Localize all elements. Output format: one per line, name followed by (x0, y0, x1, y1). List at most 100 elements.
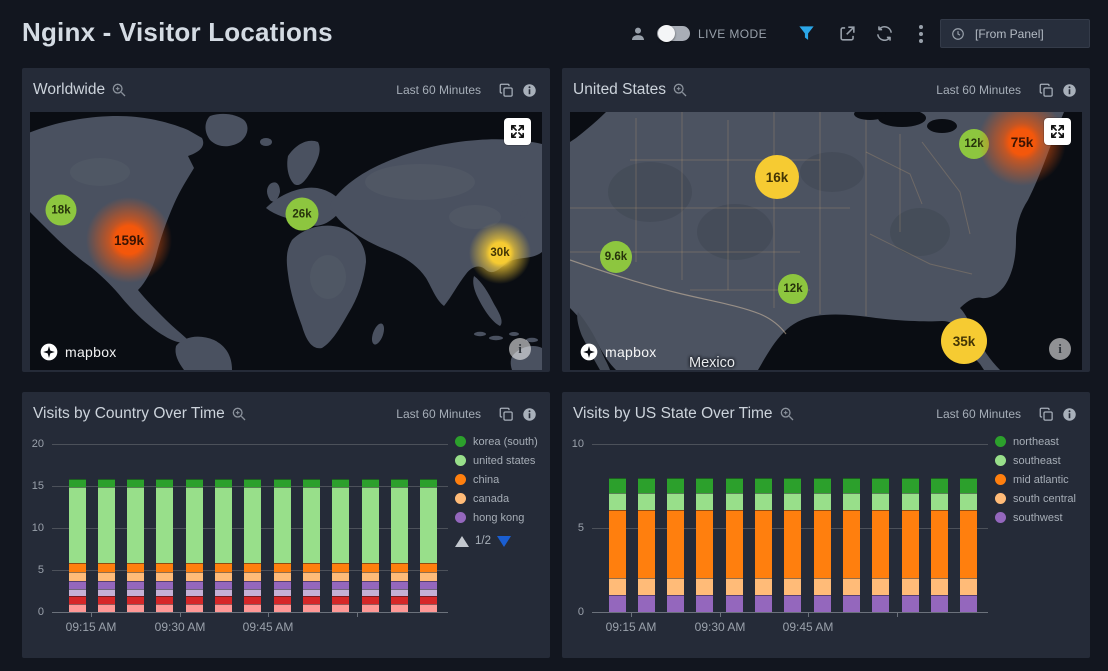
zoom-in-icon[interactable] (672, 82, 688, 98)
bar-segment (362, 487, 379, 563)
bar-segment (186, 581, 203, 589)
stacked-bar[interactable] (960, 478, 977, 612)
legend-swatch (995, 436, 1006, 447)
stacked-bar[interactable] (638, 478, 655, 612)
filter-icon[interactable] (797, 24, 816, 43)
map-marker[interactable]: 18k (46, 195, 77, 226)
user-icon[interactable] (629, 25, 647, 43)
map-marker[interactable]: 35k (941, 318, 987, 364)
bar-segment (215, 563, 232, 573)
map-marker[interactable]: 16k (755, 155, 799, 199)
map-marker[interactable]: 30k (469, 222, 531, 284)
stacked-bar[interactable] (274, 479, 291, 612)
legend-pager: 1/2 (455, 531, 538, 551)
mapbox-logo[interactable]: mapbox (579, 342, 657, 362)
expand-icon[interactable] (1044, 118, 1071, 145)
bar-segment (127, 604, 144, 612)
legend-item[interactable]: south central (995, 489, 1076, 508)
stacked-bar[interactable] (902, 478, 919, 612)
info-icon[interactable] (1062, 83, 1077, 98)
legend-item[interactable]: united states (455, 451, 538, 470)
bar-segment (667, 595, 684, 612)
bar-segment (244, 572, 261, 580)
bar-segment (215, 596, 232, 604)
legend-page-up-icon[interactable] (455, 536, 469, 547)
bar-segment (244, 596, 261, 604)
legend-item[interactable]: southeast (995, 451, 1076, 470)
time-range-picker[interactable]: [From Panel] (940, 19, 1090, 48)
x-axis-tick (897, 612, 898, 617)
stacked-bar[interactable] (420, 479, 437, 612)
legend-item[interactable]: korea (south) (455, 432, 538, 451)
bar-segment (127, 589, 144, 596)
x-axis-tick (808, 612, 809, 617)
map-marker[interactable]: 159k (86, 197, 172, 283)
stacked-bar[interactable] (186, 479, 203, 612)
stacked-bar[interactable] (215, 479, 232, 612)
world-map[interactable]: 18k 159k 26k 30k mapbox i (30, 112, 542, 370)
x-axis-label: 09:45 AM (228, 620, 308, 634)
mapbox-logo[interactable]: mapbox (39, 342, 117, 362)
stacked-bar[interactable] (872, 478, 889, 612)
bar-segment (872, 595, 889, 612)
bar-segment (362, 596, 379, 604)
kebab-menu-icon[interactable] (918, 24, 924, 44)
map-attribution-info-icon[interactable]: i (1049, 338, 1071, 360)
legend-item[interactable]: southwest (995, 508, 1076, 527)
map-marker-value: 30k (490, 247, 509, 259)
stacked-bar[interactable] (843, 478, 860, 612)
stacked-bar[interactable] (391, 479, 408, 612)
mapbox-wordmark: mapbox (65, 344, 117, 360)
copy-icon[interactable] (499, 83, 514, 98)
legend-item[interactable]: hong kong (455, 508, 538, 527)
stacked-bar[interactable] (726, 478, 743, 612)
live-mode-toggle[interactable] (657, 26, 690, 41)
stacked-bar[interactable] (609, 478, 626, 612)
bar-segment (696, 595, 713, 612)
stacked-bar[interactable] (69, 479, 86, 612)
y-axis-label: 0 (20, 606, 44, 618)
bar-segment (69, 487, 86, 563)
y-axis-label: 5 (20, 564, 44, 576)
legend-item[interactable]: northeast (995, 432, 1076, 451)
stacked-bar[interactable] (784, 478, 801, 612)
bar-segment (69, 563, 86, 573)
legend-page-down-icon[interactable] (497, 536, 511, 547)
bar-segment (726, 478, 743, 493)
bar-segment (274, 581, 291, 589)
bar-segment (843, 478, 860, 493)
legend-item[interactable]: mid atlantic (995, 470, 1076, 489)
map-marker[interactable]: 9.6k (600, 241, 632, 273)
legend-item[interactable]: canada (455, 489, 538, 508)
info-icon[interactable] (522, 83, 537, 98)
stacked-bar[interactable] (244, 479, 261, 612)
bar-segment (69, 596, 86, 604)
stacked-bar[interactable] (667, 478, 684, 612)
expand-icon[interactable] (504, 118, 531, 145)
stacked-bar[interactable] (156, 479, 173, 612)
stacked-bar[interactable] (696, 478, 713, 612)
map-attribution-info-icon[interactable]: i (509, 338, 531, 360)
refresh-icon[interactable] (875, 24, 894, 43)
us-map[interactable]: Mexico 12k75k16k9.6k12k35k mapbox i (570, 112, 1082, 370)
bar-segment (391, 572, 408, 580)
bar-segment (420, 572, 437, 580)
stacked-bar[interactable] (332, 479, 349, 612)
map-marker[interactable]: 12k (778, 274, 808, 304)
stacked-bar[interactable] (303, 479, 320, 612)
legend-item[interactable]: china (455, 470, 538, 489)
stacked-bar[interactable] (362, 479, 379, 612)
copy-icon[interactable] (1039, 83, 1054, 98)
zoom-in-icon[interactable] (111, 82, 127, 98)
stacked-bar[interactable] (931, 478, 948, 612)
bar-segment (69, 589, 86, 596)
bar-segment (156, 604, 173, 612)
stacked-bar[interactable] (127, 479, 144, 612)
stacked-bar[interactable] (814, 478, 831, 612)
stacked-bar[interactable] (755, 478, 772, 612)
share-icon[interactable] (838, 24, 857, 43)
map-marker[interactable]: 26k (286, 198, 319, 231)
bar-segment (69, 604, 86, 612)
bar-segment (186, 563, 203, 573)
stacked-bar[interactable] (98, 479, 115, 612)
